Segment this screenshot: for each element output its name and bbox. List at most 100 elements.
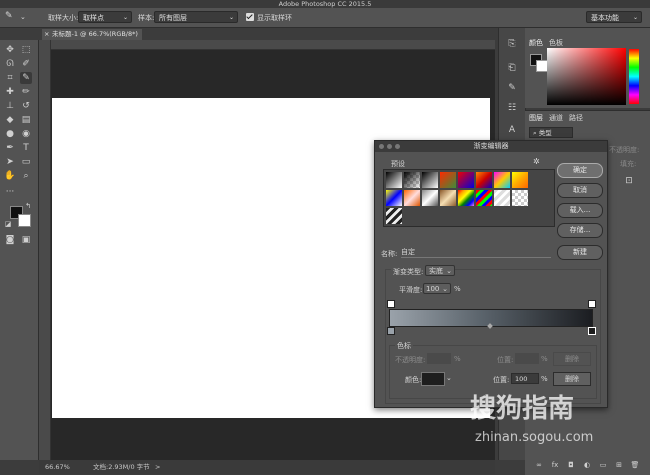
crop-tool-icon[interactable]: ⌗ [4,72,16,84]
pen-tool-icon[interactable]: ✒ [4,142,16,154]
layer-style-icon[interactable]: fx [549,459,561,471]
minimize-window-button[interactable] [387,144,392,149]
gradient-preset-swatch[interactable] [512,172,528,188]
document-info: 文档:2.93M/0 字节 [93,463,150,471]
smoothness-label: 平滑度: [399,286,423,294]
shape-tool-icon[interactable]: ▭ [20,156,32,168]
screen-mode-icon[interactable]: ▣ [20,234,32,246]
gradient-preset-swatch[interactable] [494,190,510,206]
close-window-button[interactable] [379,144,384,149]
gear-icon[interactable]: ✲ [533,157,540,166]
tab-channels[interactable]: 通道 [549,113,563,123]
close-tab-icon[interactable]: × [44,29,49,40]
hand-tool-icon[interactable]: ✋ [4,170,16,182]
gradient-preset-swatch[interactable] [458,190,474,206]
layer-kind-filter[interactable]: ⌕ 类型 [529,127,573,138]
gradient-preset-swatch[interactable] [440,190,456,206]
sample-select[interactable]: 所有图层 ⌄ [154,11,238,23]
new-group-icon[interactable]: ▭ [597,459,609,471]
show-sampling-ring-checkbox[interactable] [246,13,254,21]
color-stop-left[interactable] [387,327,395,335]
quick-select-tool-icon[interactable]: ✐ [20,58,32,70]
gradient-type-select[interactable]: 实底 ⌄ [425,265,455,276]
stop-opacity-unit: % [454,355,461,363]
color-picker-field[interactable] [547,48,626,105]
character-panel-icon[interactable]: A [506,124,518,136]
history-panel-icon[interactable]: ⎘ [506,38,518,50]
gradient-preset-swatch[interactable] [404,190,420,206]
delete-layer-icon[interactable]: 🗑 [629,459,641,471]
gradient-preset-swatch[interactable] [494,172,510,188]
save-button[interactable]: 存储... [557,223,603,238]
color-stop-right[interactable] [588,327,596,335]
move-tool-icon[interactable]: ✥ [4,44,16,56]
dodge-tool-icon[interactable]: ◉ [20,128,32,140]
tab-paths[interactable]: 路径 [569,113,583,123]
clone-stamp-tool-icon[interactable]: ⊥ [4,100,16,112]
delete-color-stop-button[interactable]: 删除 [553,372,591,386]
brush-tool-icon[interactable]: ✏ [20,86,32,98]
ok-button[interactable]: 确定 [557,163,603,178]
cancel-button[interactable]: 取消 [557,183,603,198]
gradient-preset-swatch[interactable] [440,172,456,188]
lasso-tool-icon[interactable]: ᘏ [4,58,16,70]
eyedropper-tool-icon[interactable]: ✎ [20,72,32,84]
gradient-preset-swatch[interactable] [512,190,528,206]
gradient-preset-swatch[interactable] [422,172,438,188]
lock-icon[interactable]: ⊡ [623,175,635,187]
document-tab[interactable]: × 未标题-1 @ 66.7%(RGB/8*) [42,29,142,40]
chevron-down-icon[interactable]: ⌄ [446,374,452,382]
tab-swatches[interactable]: 色板 [549,38,563,48]
adjustments-panel-icon[interactable]: ☷ [506,102,518,114]
tab-layers[interactable]: 图层 [529,113,543,123]
gradient-preset-swatch[interactable] [476,172,492,188]
new-layer-icon[interactable]: ⊞ [613,459,625,471]
gradient-preset-swatch[interactable] [386,172,402,188]
new-button[interactable]: 新建 [557,245,603,260]
zoom-level[interactable]: 66.67% [45,460,70,474]
tab-color[interactable]: 颜色 [529,38,543,48]
swap-colors-icon[interactable]: ↰ [22,200,34,212]
gradient-preset-swatch[interactable] [458,172,474,188]
healing-brush-tool-icon[interactable]: ✚ [4,86,16,98]
load-button[interactable]: 载入... [557,203,603,218]
adjustment-layer-icon[interactable]: ◐ [581,459,593,471]
name-value: 自定 [401,248,415,256]
zoom-window-button[interactable] [395,144,400,149]
gradient-tool-icon[interactable]: ▤ [20,114,32,126]
status-menu-arrow-icon[interactable]: > [155,460,160,474]
marquee-tool-icon[interactable]: ⬚ [20,44,32,56]
name-field[interactable]: 自定 [401,247,551,258]
options-bar: ✎ ⌄ 取样大小: 取样点 ⌄ 样本: 所有图层 ⌄ 显示取样环 基本功能 ⌄ [0,8,650,28]
blur-tool-icon[interactable]: ● [4,128,16,140]
opacity-stop-left[interactable] [387,300,395,308]
gradient-preset-swatch[interactable] [422,190,438,206]
smoothness-select[interactable]: 100 ⌄ [423,283,451,294]
gradient-preset-swatch[interactable] [386,208,402,224]
hue-slider[interactable] [629,49,639,104]
eyedropper-tool-icon[interactable]: ✎ [5,11,13,21]
gradient-preset-swatch[interactable] [404,172,420,188]
path-selection-tool-icon[interactable]: ➤ [4,156,16,168]
stop-color-label: 颜色: [405,376,422,384]
quick-mask-icon[interactable]: ◙ [4,234,16,246]
workspace-select[interactable]: 基本功能 ⌄ [586,11,642,23]
brush-panel-icon[interactable]: ✎ [506,82,518,94]
type-tool-icon[interactable]: T [20,142,32,154]
eraser-tool-icon[interactable]: ◆ [4,114,16,126]
default-colors-icon[interactable]: ◪ [2,218,14,230]
stop-color-swatch[interactable] [421,372,445,386]
properties-panel-icon[interactable]: ⎗ [506,62,518,74]
opacity-stop-right[interactable] [588,300,596,308]
gradient-preset-swatch[interactable] [386,190,402,206]
history-brush-tool-icon[interactable]: ↺ [20,100,32,112]
layer-mask-icon[interactable]: ◘ [565,459,577,471]
link-layers-icon[interactable]: ∞ [533,459,545,471]
more-tools-icon[interactable]: ··· [4,186,16,198]
zoom-tool-icon[interactable]: ⌕ [20,170,32,182]
sample-size-select[interactable]: 取样点 ⌄ [78,11,132,23]
background-color-swatch[interactable] [18,214,31,227]
tool-preset-chevron-icon[interactable]: ⌄ [20,13,26,21]
stop-location-field[interactable]: 100 [511,373,539,384]
gradient-preset-swatch[interactable] [476,190,492,206]
